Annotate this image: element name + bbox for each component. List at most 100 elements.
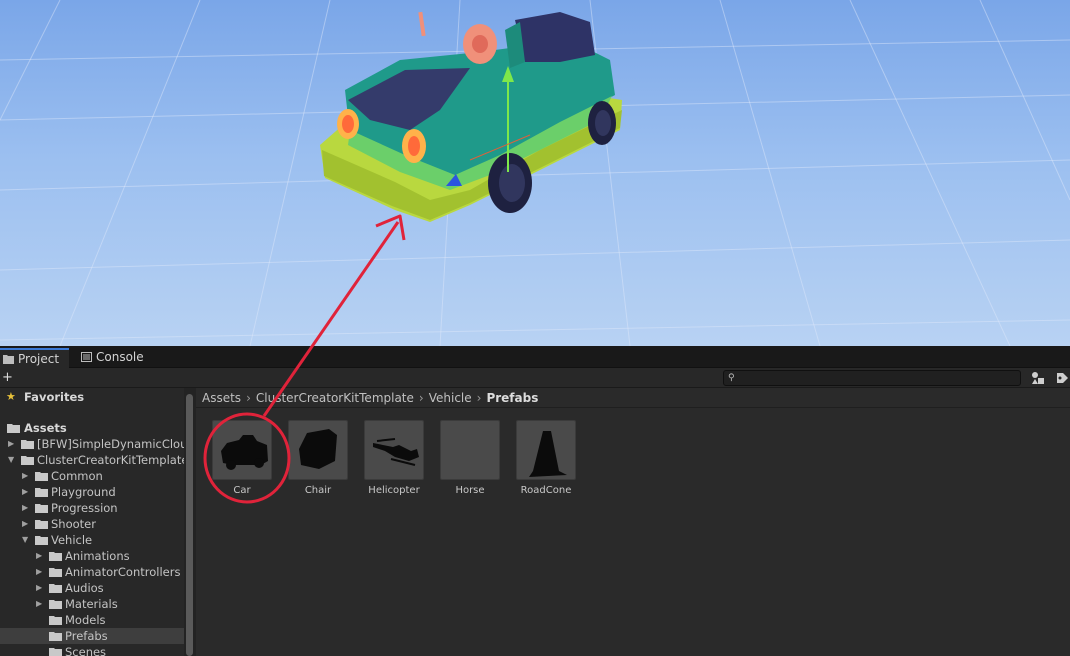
tab-console[interactable]: Console bbox=[78, 348, 154, 368]
folder-icon bbox=[49, 584, 62, 593]
assets-row[interactable]: Assets bbox=[0, 420, 184, 436]
tree-item[interactable]: ▶ AnimatorControllers bbox=[0, 564, 184, 580]
chair-silhouette-icon bbox=[299, 429, 337, 469]
tree-item-label: Audios bbox=[65, 581, 104, 595]
folder-icon bbox=[21, 440, 34, 449]
tree-item-label: Playground bbox=[51, 485, 116, 499]
asset-horse[interactable]: Horse bbox=[432, 420, 508, 502]
expand-arrow-icon[interactable]: ▶ bbox=[36, 564, 46, 580]
tree-item-label: Vehicle bbox=[51, 533, 93, 547]
tab-project-label: Project bbox=[18, 352, 60, 366]
expand-arrow-icon[interactable]: ▶ bbox=[8, 436, 18, 452]
tree-item-selected[interactable]: Prefabs bbox=[0, 628, 184, 644]
expand-arrow-icon[interactable]: ▶ bbox=[36, 548, 46, 564]
road-cone-silhouette-icon bbox=[529, 431, 567, 477]
asset-name: Helicopter bbox=[368, 485, 420, 496]
tree-item[interactable]: ▶ Playground bbox=[0, 484, 184, 500]
folder-icon bbox=[35, 488, 48, 497]
folder-open-icon bbox=[49, 632, 62, 641]
asset-name: Horse bbox=[455, 485, 485, 496]
tree-item-label: Progression bbox=[51, 501, 118, 515]
folder-icon bbox=[49, 616, 62, 625]
breadcrumb-item[interactable]: ClusterCreatorKitTemplate bbox=[256, 391, 414, 405]
add-asset-button[interactable]: + ▾ bbox=[0, 369, 22, 402]
asset-thumbnail bbox=[288, 420, 348, 480]
tree-item-label: Materials bbox=[65, 597, 118, 611]
expand-arrow-icon[interactable]: ▶ bbox=[22, 468, 32, 484]
asset-thumbnail bbox=[212, 420, 272, 480]
filter-by-type-icon[interactable] bbox=[1030, 370, 1046, 386]
asset-thumbnail bbox=[364, 420, 424, 480]
star-icon: ★ bbox=[6, 390, 16, 403]
tree-item-label: Prefabs bbox=[65, 629, 108, 643]
folder-icon bbox=[49, 552, 62, 561]
folder-icon bbox=[3, 355, 14, 364]
asset-browser[interactable]: Assets › ClusterCreatorKitTemplate › Vehicle… bbox=[196, 388, 1070, 656]
asset-helicopter[interactable]: Helicopter bbox=[356, 420, 432, 502]
tree-item[interactable]: ▼ Vehicle bbox=[0, 532, 184, 548]
breadcrumb-separator-icon: › bbox=[246, 391, 251, 405]
folder-icon bbox=[49, 648, 62, 656]
tab-console-label: Console bbox=[96, 350, 144, 364]
expand-arrow-icon[interactable]: ▶ bbox=[22, 516, 32, 532]
tree-item[interactable]: ▶ Progression bbox=[0, 500, 184, 516]
tree-item-label: ClusterCreatorKitTemplate bbox=[37, 453, 184, 467]
asset-thumbnail bbox=[440, 420, 500, 480]
tree-item-label: [BFW]SimpleDynamicClou bbox=[37, 437, 184, 451]
favorites-label: Favorites bbox=[24, 390, 85, 404]
expand-arrow-icon[interactable]: ▶ bbox=[36, 596, 46, 612]
tree-item-label: AnimatorControllers bbox=[65, 565, 181, 579]
breadcrumb-item[interactable]: Assets bbox=[202, 391, 241, 405]
breadcrumb-separator-icon: › bbox=[418, 391, 424, 405]
project-panel: Project Console + ▾ ⚲ ★ Favorites Assets bbox=[0, 346, 1070, 656]
folder-icon bbox=[49, 600, 62, 609]
asset-car[interactable]: Car bbox=[204, 420, 280, 502]
breadcrumb-separator-icon: › bbox=[476, 391, 482, 405]
breadcrumb: Assets › ClusterCreatorKitTemplate › Vehicle… bbox=[196, 388, 1070, 408]
search-input[interactable] bbox=[740, 371, 1016, 385]
tree-item[interactable]: Scenes bbox=[0, 644, 184, 656]
folder-tree[interactable]: ★ Favorites Assets ▶ [BFW]SimpleDynamicC… bbox=[0, 388, 184, 656]
tree-item-label: Scenes bbox=[65, 645, 107, 656]
asset-roadcone[interactable]: RoadCone bbox=[508, 420, 584, 502]
filter-by-label-icon[interactable] bbox=[1054, 370, 1070, 386]
tree-item-label: Animations bbox=[65, 549, 130, 563]
collapse-arrow-icon[interactable]: ▼ bbox=[8, 452, 18, 468]
tree-item[interactable]: ▼ ClusterCreatorKitTemplate bbox=[0, 452, 184, 468]
car-model[interactable] bbox=[0, 0, 1070, 346]
tree-scrollbar[interactable] bbox=[184, 388, 196, 656]
tree-item[interactable]: ▶ Audios bbox=[0, 580, 184, 596]
car-silhouette-icon bbox=[221, 435, 268, 470]
breadcrumb-current[interactable]: Prefabs bbox=[486, 391, 538, 405]
folder-icon bbox=[49, 568, 62, 577]
collapse-arrow-icon[interactable]: ▼ bbox=[22, 532, 32, 548]
tree-item-label: Common bbox=[51, 469, 103, 483]
panel-tab-bar: Project Console bbox=[0, 346, 1070, 368]
tree-item[interactable]: ▶ Common bbox=[0, 468, 184, 484]
folder-open-icon bbox=[21, 456, 34, 465]
expand-arrow-icon[interactable]: ▶ bbox=[36, 580, 46, 596]
asset-chair[interactable]: Chair bbox=[280, 420, 356, 502]
breadcrumb-item[interactable]: Vehicle bbox=[429, 391, 472, 405]
tree-item[interactable]: ▶ Materials bbox=[0, 596, 184, 612]
folder-icon bbox=[35, 504, 48, 513]
expand-arrow-icon[interactable]: ▶ bbox=[22, 500, 32, 516]
tree-item[interactable]: ▶ Animations bbox=[0, 548, 184, 564]
project-toolbar: + ▾ ⚲ bbox=[0, 368, 1070, 402]
tree-item[interactable]: ▶ [BFW]SimpleDynamicClou bbox=[0, 436, 184, 452]
asset-name: RoadCone bbox=[520, 485, 572, 496]
helicopter-silhouette-icon bbox=[373, 438, 419, 466]
favorites-row[interactable]: ★ Favorites bbox=[0, 389, 184, 405]
tree-item-label: Shooter bbox=[51, 517, 96, 531]
asset-thumbnail bbox=[516, 420, 576, 480]
console-icon bbox=[81, 352, 92, 362]
expand-arrow-icon[interactable]: ▶ bbox=[22, 484, 32, 500]
tab-project[interactable]: Project bbox=[0, 348, 70, 368]
scene-view[interactable] bbox=[0, 0, 1070, 346]
tree-item[interactable]: Models bbox=[0, 612, 184, 628]
tree-item[interactable]: ▶ Shooter bbox=[0, 516, 184, 532]
scrollbar-thumb[interactable] bbox=[186, 394, 193, 656]
search-field[interactable]: ⚲ bbox=[723, 370, 1021, 386]
folder-icon bbox=[35, 472, 48, 481]
asset-name: Chair bbox=[304, 485, 332, 496]
